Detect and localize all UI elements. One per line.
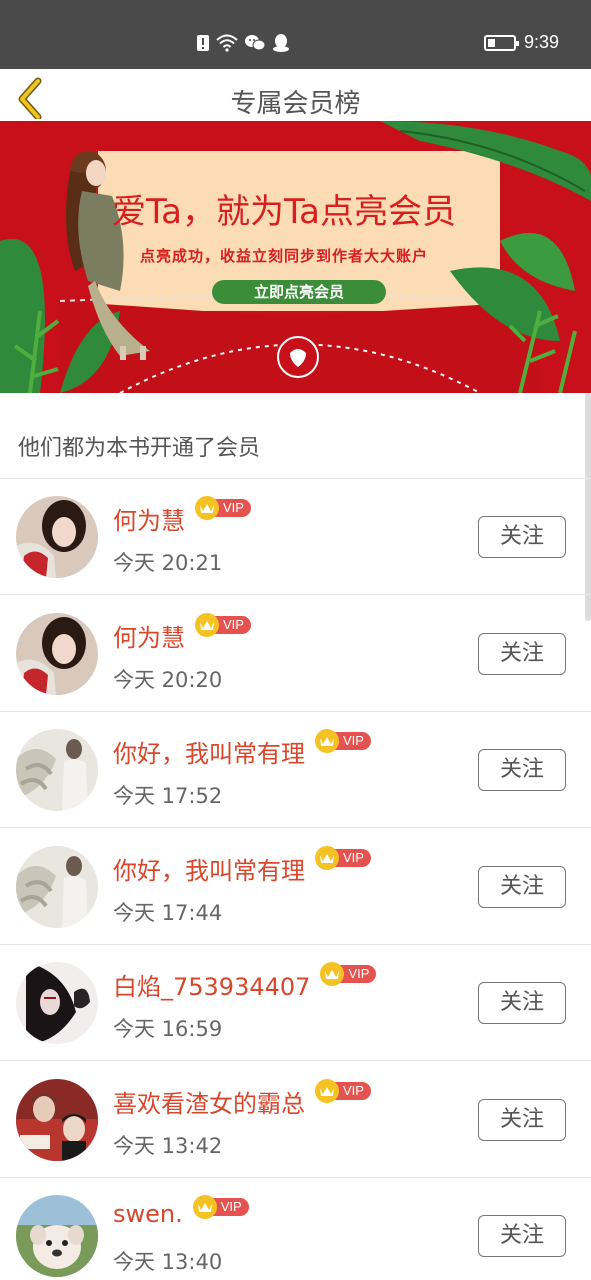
member-name: 何为慧 (113, 507, 185, 535)
list-item[interactable]: 你好，我叫常有理 VIP 今天 17:44 关注 (0, 829, 591, 945)
vip-badge: VIP (315, 729, 371, 753)
member-time: 今天 13:40 (113, 1250, 223, 1274)
member-name: 你好，我叫常有理 (113, 857, 305, 885)
avatar[interactable] (16, 1195, 98, 1277)
status-time: 9:39 (523, 32, 559, 52)
crown-icon (315, 1079, 339, 1103)
follow-button[interactable]: 关注 (478, 982, 566, 1024)
avatar-dark-icon (16, 962, 98, 1044)
status-bar: 9:39 (0, 0, 591, 69)
member-time: 今天 20:21 (113, 551, 223, 575)
list-item[interactable]: 白焰_753934407 VIP 今天 16:59 关注 (0, 945, 591, 1061)
wifi-icon (216, 34, 238, 52)
avatar[interactable] (16, 729, 98, 811)
qq-icon (273, 34, 289, 52)
follow-button[interactable]: 关注 (478, 749, 566, 791)
list-item[interactable]: swen. VIP 今天 13:40 关注 (0, 1178, 591, 1280)
vip-badge: VIP (315, 846, 371, 870)
vip-badge: VIP (320, 962, 377, 986)
member-time: 今天 17:52 (113, 784, 223, 808)
crown-icon (195, 613, 219, 637)
avatar[interactable] (16, 1079, 98, 1161)
header: 专属会员榜 (0, 69, 591, 121)
vip-badge: VIP (195, 613, 251, 637)
wechat-icon (245, 35, 266, 51)
member-name: 喜欢看渣女的霸总 (113, 1090, 305, 1118)
avatar[interactable] (16, 962, 98, 1044)
alert-icon (197, 35, 209, 51)
follow-button[interactable]: 关注 (478, 866, 566, 908)
member-name: 你好，我叫常有理 (113, 740, 305, 768)
banner-title: 爱Ta，就为Ta点亮会员 (112, 192, 456, 232)
member-time: 今天 20:20 (113, 668, 223, 692)
list-item[interactable]: 你好，我叫常有理 VIP 今天 17:52 关注 (0, 712, 591, 828)
list-item[interactable]: 喜欢看渣女的霸总 VIP 今天 13:42 关注 (0, 1062, 591, 1178)
battery-icon (483, 34, 519, 51)
vip-badge: VIP (195, 496, 251, 520)
avatar[interactable] (16, 613, 98, 695)
section-title: 他们都为本书开通了会员 (18, 436, 261, 461)
follow-button[interactable]: 关注 (478, 516, 566, 558)
avatar-girl-icon (16, 496, 98, 578)
follow-button[interactable]: 关注 (478, 1215, 566, 1257)
member-time: 今天 17:44 (113, 901, 223, 925)
avatar-puppy-icon (16, 1195, 98, 1277)
avatar[interactable] (16, 496, 98, 578)
activate-vip-button[interactable]: 立即点亮会员 (212, 280, 386, 304)
vip-badge: VIP (192, 1195, 249, 1219)
status-right: 9:39 (483, 32, 559, 53)
follow-button[interactable]: 关注 (478, 1099, 566, 1141)
avatar-sweater-icon (16, 729, 98, 811)
vip-banner[interactable]: 爱Ta，就为Ta点亮会员 点亮成功，收益立刻同步到作者大大账户 立即点亮会员 (0, 121, 591, 393)
banner-subtitle: 点亮成功，收益立刻同步到作者大大账户 (140, 247, 429, 265)
crown-icon (315, 846, 339, 870)
member-name: 白焰_753934407 (113, 973, 311, 1001)
status-icons (196, 33, 290, 53)
member-time: 今天 13:42 (113, 1134, 223, 1158)
crown-icon (195, 496, 219, 520)
crown-icon (192, 1195, 217, 1219)
vip-badge: VIP (315, 1079, 371, 1103)
avatar-sweater-icon (16, 846, 98, 928)
list-item[interactable]: 何为慧 VIP 今天 20:21 关注 (0, 479, 591, 595)
follow-button[interactable]: 关注 (478, 633, 566, 675)
avatar-girl-icon (16, 613, 98, 695)
member-name: swen. (113, 1200, 183, 1228)
list-item[interactable]: 何为慧 VIP 今天 20:20 关注 (0, 596, 591, 712)
avatar-group-icon (16, 1079, 98, 1161)
crown-icon (315, 729, 339, 753)
member-name: 何为慧 (113, 624, 185, 652)
page-title: 专属会员榜 (230, 89, 361, 119)
avatar[interactable] (16, 846, 98, 928)
member-time: 今天 16:59 (113, 1017, 223, 1041)
